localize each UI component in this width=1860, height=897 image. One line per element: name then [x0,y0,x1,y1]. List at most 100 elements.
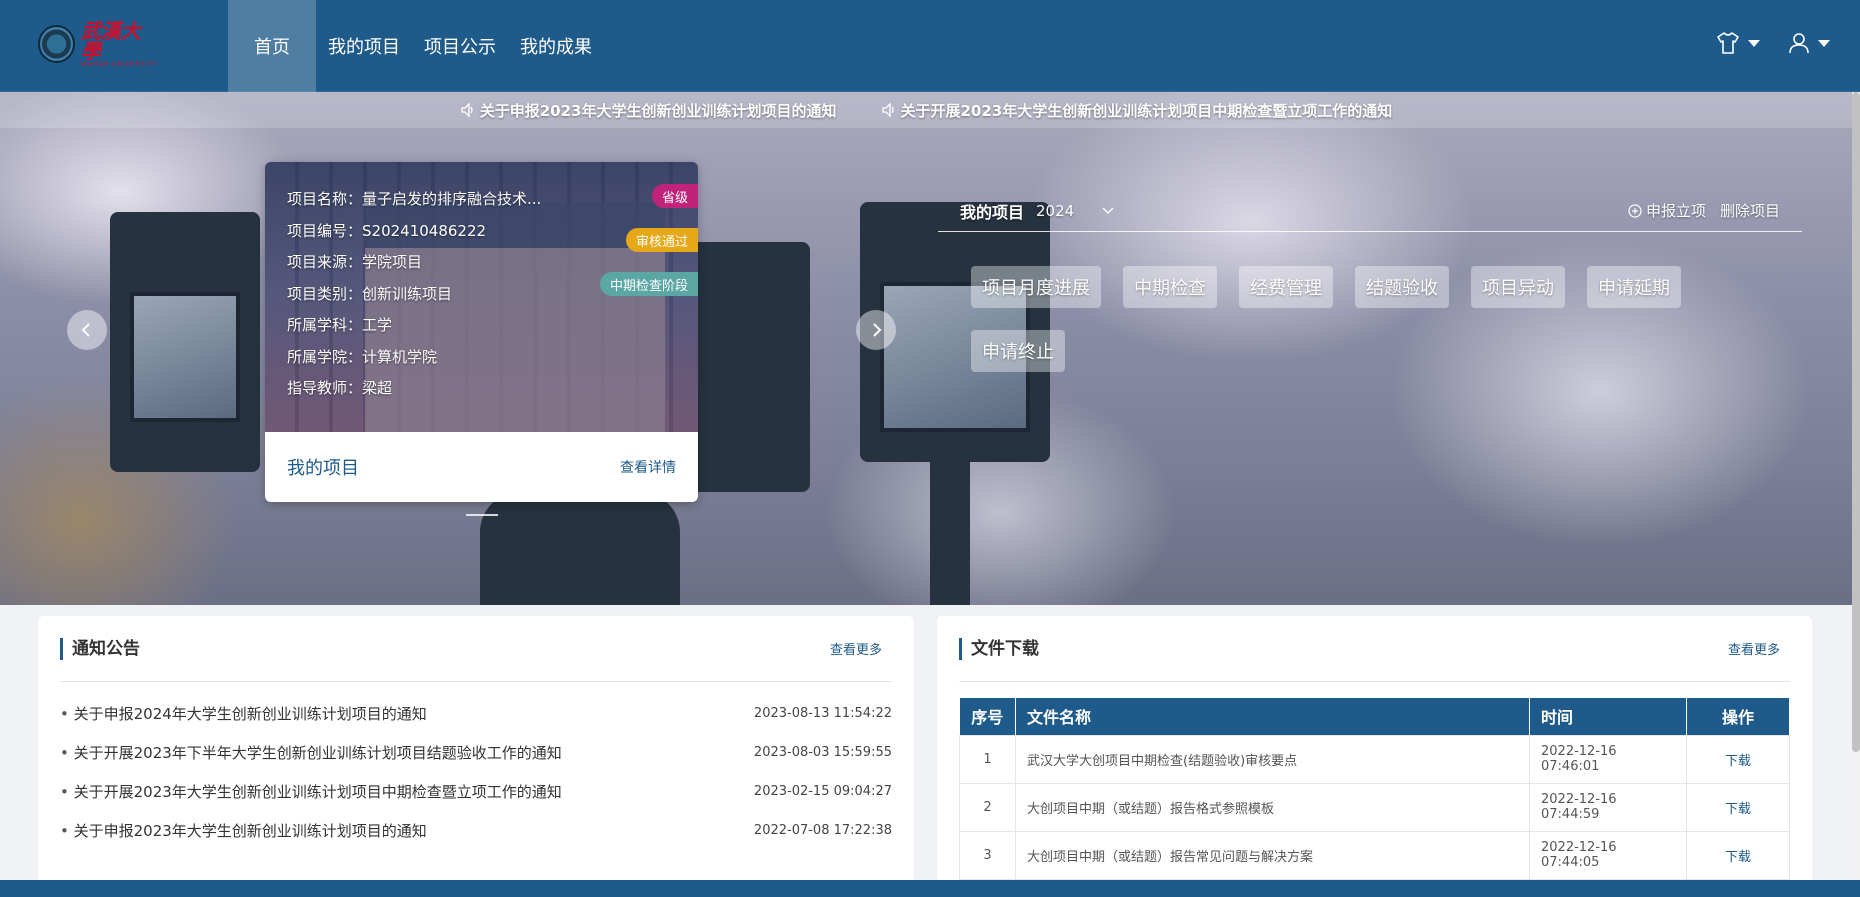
tile-funding-management[interactable]: 经费管理 [1239,266,1333,308]
tile-final-acceptance[interactable]: 结题验收 [1355,266,1449,308]
notices-more-link[interactable]: 查看更多 [830,639,882,658]
download-link[interactable]: 下载 [1725,802,1751,817]
notices-panel: 通知公告 查看更多 关于申报2024年大学生创新创业训练计划项目的通知 2023… [38,616,914,891]
tile-midterm-check[interactable]: 中期检查 [1123,266,1217,308]
row-index: 2 [959,782,1016,832]
notice-list: 关于申报2024年大学生创新创业训练计划项目的通知 2023-08-13 11:… [60,694,892,850]
chevron-down-icon [1748,39,1760,47]
notice-title: 关于申报2024年大学生创新创业训练计划项目的通知 [60,703,427,724]
files-more-link[interactable]: 查看更多 [1728,639,1780,658]
my-project-panel-header: 我的项目 2024 申报立项 删除项目 [938,192,1802,232]
carousel-prev-button[interactable] [67,310,107,350]
view-details-link[interactable]: 查看详情 [620,457,676,477]
logo-wordmark: 武漢大學 WUHAN UNIVERSITY [81,21,158,68]
notices-panel-title: 通知公告 [60,637,140,660]
tile-monthly-progress[interactable]: 项目月度进展 [971,266,1101,308]
nav-home[interactable]: 首页 [228,0,316,92]
file-download-panel-header: 文件下载 查看更多 [959,616,1790,682]
project-discipline-value: 工学 [362,316,393,334]
tile-apply-termination[interactable]: 申请终止 [971,330,1065,372]
notice-title: 关于开展2023年下半年大学生创新创业训练计划项目结题验收工作的通知 [60,742,562,763]
download-link[interactable]: 下载 [1725,850,1751,865]
table-row: 1 武汉大学大创项目中期检查(结题验收)审核要点 2022-12-16 07:4… [959,734,1790,784]
carousel-indicator[interactable] [466,514,498,516]
col-action: 操作 [1686,698,1790,735]
nav-project-publicity[interactable]: 项目公示 [412,0,508,92]
lamp-post-decoration [930,462,970,605]
tile-project-change[interactable]: 项目异动 [1471,266,1565,308]
review-status-badge: 审核通过 [625,228,698,252]
table-row: 2 大创项目中期（或结题）报告格式参照模板 2022-12-16 07:44:5… [959,782,1790,832]
tile-apply-extension[interactable]: 申请延期 [1587,266,1681,308]
main-nav: 首页 我的项目 项目公示 我的成果 [228,0,604,92]
hero-banner: 关于申报2023年大学生创新创业训练计划项目的通知 关于开展2023年大学生创新… [0,92,1852,605]
ticker-notice-link[interactable]: 关于申报2023年大学生创新创业训练计划项目的通知 [460,100,837,121]
file-download-panel: 文件下载 查看更多 序号 文件名称 时间 操作 1 武汉大学大创项目中期检查(结… [937,616,1812,891]
top-header: 武漢大學 WUHAN UNIVERSITY 首页 我的项目 项目公示 我的成果 [0,0,1860,92]
field-label: 指导教师： [287,379,363,397]
project-field-row: 项目名称： 量子启发的排序融合技术... [287,184,541,216]
project-field-row: 所属学院： 计算机学院 [287,342,541,374]
field-label: 所属学院： [287,347,363,366]
col-file-name: 文件名称 [1015,698,1530,735]
university-logo[interactable]: 武漢大學 WUHAN UNIVERSITY [38,21,158,68]
theme-menu-button[interactable] [1716,32,1760,54]
file-name: 武汉大学大创项目中期检查(结题验收)审核要点 [1015,734,1530,784]
university-seal-icon [38,25,75,63]
project-advisor-value: 梁超 [362,379,393,397]
carousel-next-button[interactable] [856,310,896,350]
user-menu-button[interactable] [1788,32,1830,54]
chevron-down-icon [1818,39,1830,47]
notice-date: 2022-07-08 17:22:38 [753,823,892,838]
year-select[interactable]: 2024 [1036,202,1114,220]
file-time: 2022-12-16 07:46:01 [1529,734,1687,784]
nav-my-projects[interactable]: 我的项目 [316,0,412,92]
notice-title: 关于申报2023年大学生创新创业训练计划项目的通知 [60,820,427,841]
project-field-row: 项目来源： 学院项目 [287,247,541,279]
notice-title: 关于开展2023年大学生创新创业训练计划项目中期检查暨立项工作的通知 [60,781,562,802]
table-row: 3 大创项目中期（或结题）报告常见问题与解决方案 2022-12-16 07:4… [959,830,1790,880]
project-field-row: 所属学科： 工学 [287,310,541,342]
level-badge: 省级 [651,184,698,208]
project-field-row: 项目类别： 创新训练项目 [287,279,541,311]
notice-date: 2023-02-15 09:04:27 [753,784,892,799]
notice-item[interactable]: 关于申报2023年大学生创新创业训练计划项目的通知 2022-07-08 17:… [60,811,892,850]
plus-circle-icon [1628,203,1642,218]
notice-ticker: 关于申报2023年大学生创新创业训练计划项目的通知 关于开展2023年大学生创新… [0,92,1852,128]
apply-project-label: 申报立项 [1645,202,1706,220]
project-field-row: 项目编号： S202410486222 [287,216,541,248]
project-actions: 申报立项 删除项目 [1628,200,1802,221]
file-name: 大创项目中期（或结题）报告格式参照模板 [1015,782,1530,832]
project-info: 项目名称： 量子启发的排序融合技术... 项目编号： S202410486222 项… [287,184,541,405]
page-scrollbar-thumb[interactable] [1852,92,1860,752]
field-label: 项目来源： [287,253,363,271]
project-name-value: 量子启发的排序融合技术... [362,190,542,208]
shirt-icon [1717,32,1739,54]
field-label: 所属学科： [287,316,363,334]
notice-date: 2023-08-13 11:54:22 [753,706,892,721]
ticker-notice-text: 关于开展2023年大学生创新创业训练计划项目中期检查暨立项工作的通知 [900,101,1393,120]
field-label: 项目编号： [287,221,363,240]
field-label: 项目类别： [287,284,363,303]
project-college-value: 计算机学院 [362,347,438,366]
ticker-notice-link[interactable]: 关于开展2023年大学生创新创业训练计划项目中期检查暨立项工作的通知 [881,100,1393,121]
year-select-value: 2024 [1036,201,1075,220]
notice-item[interactable]: 关于开展2023年大学生创新创业训练计划项目中期检查暨立项工作的通知 2023-… [60,772,892,811]
notice-item[interactable]: 关于申报2024年大学生创新创业训练计划项目的通知 2023-08-13 11:… [60,694,892,733]
project-card-title: 我的项目 [287,458,359,479]
notice-item[interactable]: 关于开展2023年下半年大学生创新创业训练计划项目结题验收工作的通知 2023-… [60,733,892,772]
col-index: 序号 [959,698,1016,735]
col-time: 时间 [1529,698,1687,735]
my-project-panel: 我的项目 2024 申报立项 删除项目 项目月度进展 中期检查 经费管理 结题验… [938,192,1802,372]
lamp-glass-decoration [130,292,240,422]
field-label: 项目名称： [287,190,363,208]
project-category-value: 创新训练项目 [362,284,453,303]
file-download-panel-title: 文件下载 [959,637,1039,660]
chevron-left-icon [81,323,90,337]
nav-my-achievements[interactable]: 我的成果 [508,0,604,92]
chevron-down-icon [1102,207,1114,214]
apply-project-button[interactable]: 申报立项 [1628,200,1706,221]
download-link[interactable]: 下载 [1725,754,1751,769]
delete-project-button[interactable]: 删除项目 [1720,200,1780,221]
speaker-icon [881,102,894,118]
